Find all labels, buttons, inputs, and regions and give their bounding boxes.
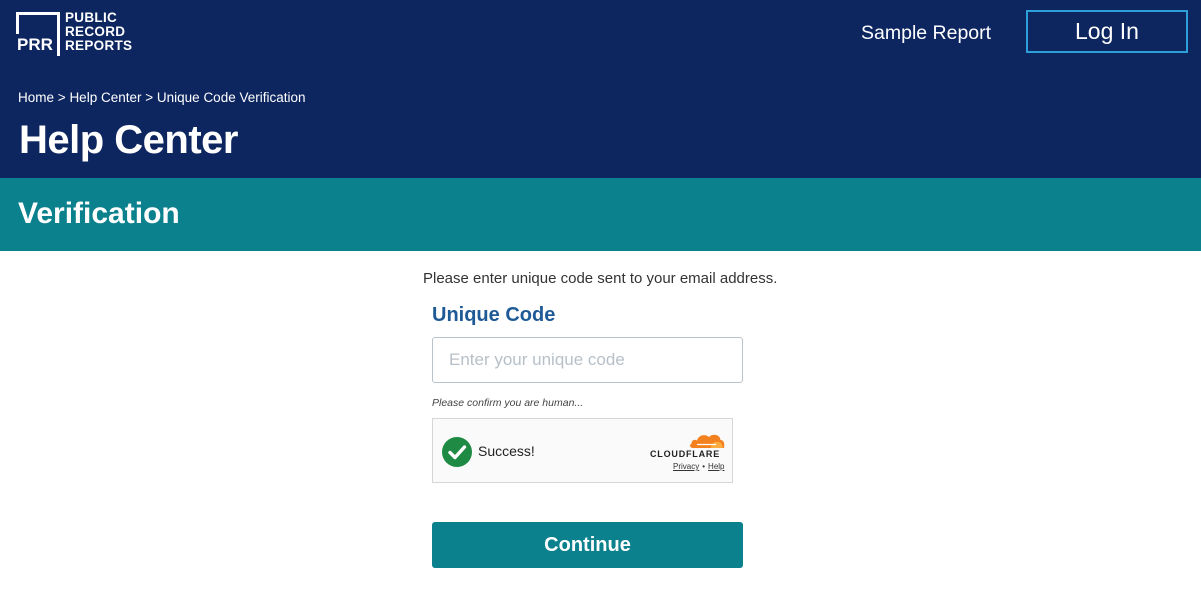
verification-banner: Verification	[0, 178, 1201, 251]
captcha-links: Privacy • Help	[673, 462, 725, 471]
breadcrumb-home[interactable]: Home	[18, 90, 54, 105]
check-circle-icon	[442, 437, 472, 467]
sample-report-link[interactable]: Sample Report	[861, 22, 991, 45]
logo-line-3: REPORTS	[65, 38, 133, 53]
banner-title: Verification	[18, 197, 180, 230]
breadcrumb-help-center[interactable]: Help Center	[69, 90, 141, 105]
captcha-status: Success!	[478, 443, 535, 459]
breadcrumb-separator: >	[57, 90, 66, 105]
links-separator: •	[702, 462, 706, 471]
cloudflare-cloud-icon	[690, 434, 725, 448]
site-header: PRR PUBLIC RECORD REPORTS Sample Report …	[0, 0, 1201, 178]
unique-code-input[interactable]	[432, 337, 743, 383]
page-title: Help Center	[19, 118, 239, 162]
logo-line-2: RECORD	[65, 24, 126, 39]
help-link[interactable]: Help	[708, 462, 724, 471]
logo-wordmark: PUBLIC RECORD REPORTS	[65, 11, 132, 53]
cloudflare-wordmark: CLOUDFLARE	[650, 449, 720, 459]
logo-line-1: PUBLIC	[65, 10, 118, 25]
privacy-link[interactable]: Privacy	[673, 462, 699, 471]
breadcrumb-separator: >	[145, 90, 154, 105]
instructions-text: Please enter unique code sent to your em…	[423, 270, 778, 287]
logo-abbreviation: PRR	[17, 35, 53, 54]
unique-code-label: Unique Code	[432, 304, 556, 326]
prr-logo[interactable]: PRR PUBLIC RECORD REPORTS	[16, 11, 138, 56]
human-confirm-note: Please confirm you are human...	[432, 397, 584, 409]
login-button[interactable]: Log In	[1026, 10, 1188, 53]
breadcrumb-current: Unique Code Verification	[156, 90, 306, 105]
breadcrumb: Home > Help Center > Unique Code Verific…	[18, 90, 306, 105]
cloudflare-captcha-widget[interactable]: Success! CLOUDFLARE Privacy • Help	[432, 418, 733, 483]
continue-button[interactable]: Continue	[432, 522, 743, 568]
